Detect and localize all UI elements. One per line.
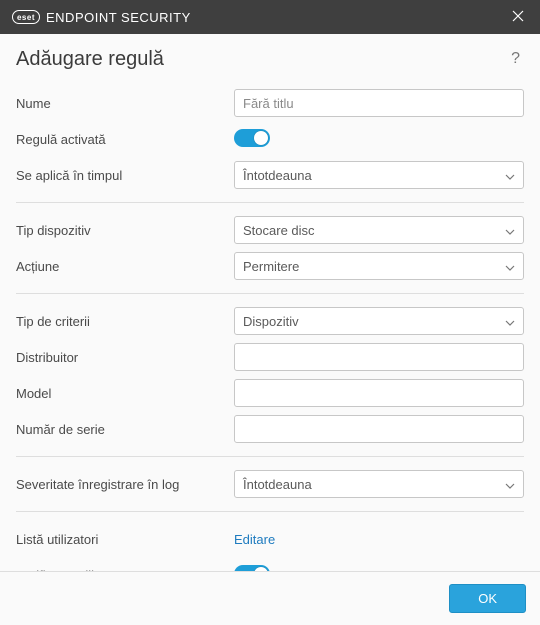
help-button[interactable]: ? bbox=[507, 46, 524, 72]
rule-enabled-toggle[interactable] bbox=[234, 129, 270, 147]
divider bbox=[16, 202, 524, 203]
applies-during-value: Întotdeauna bbox=[243, 168, 505, 183]
action-value: Permitere bbox=[243, 259, 505, 274]
applies-during-select[interactable]: Întotdeauna bbox=[234, 161, 524, 189]
log-severity-label: Severitate înregistrare în log bbox=[16, 477, 234, 492]
model-input[interactable] bbox=[234, 379, 524, 407]
serial-label: Număr de serie bbox=[16, 422, 234, 437]
brand: eset ENDPOINT SECURITY bbox=[12, 10, 506, 25]
criteria-type-select[interactable]: Dispozitiv bbox=[234, 307, 524, 335]
toggle-knob bbox=[254, 131, 268, 145]
eset-logo-icon: eset bbox=[12, 10, 40, 24]
device-type-value: Stocare disc bbox=[243, 223, 505, 238]
product-name: ENDPOINT SECURITY bbox=[46, 10, 191, 25]
action-label: Acțiune bbox=[16, 259, 234, 274]
ok-button[interactable]: OK bbox=[449, 584, 526, 613]
device-type-select[interactable]: Stocare disc bbox=[234, 216, 524, 244]
toggle-knob bbox=[254, 567, 268, 572]
rule-enabled-label: Regulă activată bbox=[16, 132, 234, 147]
vendor-label: Distribuitor bbox=[16, 350, 234, 365]
divider bbox=[16, 511, 524, 512]
name-label: Nume bbox=[16, 96, 234, 111]
divider bbox=[16, 456, 524, 457]
divider bbox=[16, 293, 524, 294]
page-title: Adăugare regulă bbox=[16, 48, 507, 71]
log-severity-value: Întotdeauna bbox=[243, 477, 505, 492]
user-list-label: Listă utilizatori bbox=[16, 532, 234, 547]
action-select[interactable]: Permitere bbox=[234, 252, 524, 280]
applies-during-label: Se aplică în timpul bbox=[16, 168, 234, 183]
chevron-down-icon bbox=[505, 168, 515, 183]
notify-user-toggle[interactable] bbox=[234, 565, 270, 572]
notify-user-label: Notificare utilizator bbox=[16, 568, 234, 572]
device-type-label: Tip dispozitiv bbox=[16, 223, 234, 238]
name-input[interactable] bbox=[234, 89, 524, 117]
close-icon bbox=[512, 10, 524, 22]
footer: OK bbox=[0, 571, 540, 625]
close-button[interactable] bbox=[506, 6, 530, 29]
model-label: Model bbox=[16, 386, 234, 401]
edit-user-list-link[interactable]: Editare bbox=[234, 532, 275, 547]
chevron-down-icon bbox=[505, 259, 515, 274]
criteria-type-value: Dispozitiv bbox=[243, 314, 505, 329]
vendor-input[interactable] bbox=[234, 343, 524, 371]
content-area: Adăugare regulă ? Nume Regulă activată S… bbox=[0, 34, 540, 571]
log-severity-select[interactable]: Întotdeauna bbox=[234, 470, 524, 498]
dialog-header: Adăugare regulă ? bbox=[16, 46, 524, 72]
criteria-type-label: Tip de criterii bbox=[16, 314, 234, 329]
chevron-down-icon bbox=[505, 477, 515, 492]
chevron-down-icon bbox=[505, 223, 515, 238]
chevron-down-icon bbox=[505, 314, 515, 329]
titlebar: eset ENDPOINT SECURITY bbox=[0, 0, 540, 34]
serial-input[interactable] bbox=[234, 415, 524, 443]
